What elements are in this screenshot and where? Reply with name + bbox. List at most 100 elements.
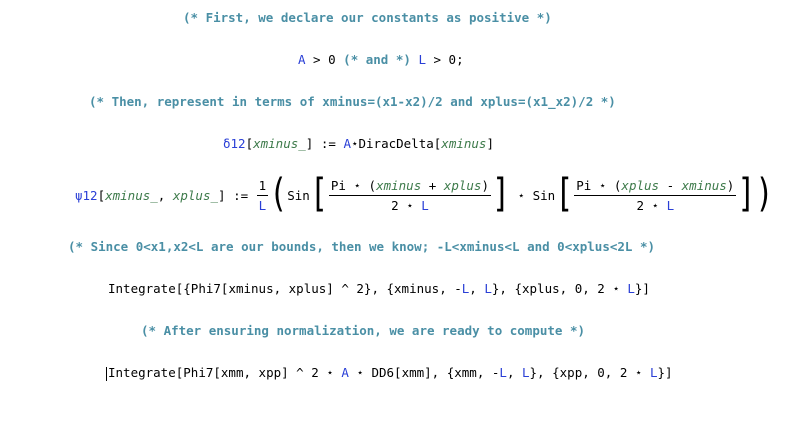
input-cell-constants[interactable]: A > 0 (* and *) L > 0;: [298, 52, 464, 68]
greater-than-zero: > 0: [305, 52, 336, 67]
symbol-a: A: [341, 365, 349, 380]
sin-function-2: Sin: [532, 187, 556, 203]
paren-close: ): [481, 177, 489, 193]
times-star: ⋆: [644, 197, 667, 213]
arg-xmm-2: xmm: [401, 365, 425, 380]
range-zero-two: , 0, 2 ⋆: [559, 281, 628, 296]
pattern-xminus: xminus_: [105, 187, 158, 203]
phi7-function: Phi7: [183, 365, 214, 380]
arg-xmm: xmm: [220, 365, 244, 380]
symbol-l: L: [522, 365, 530, 380]
fraction-2-denominator: 2 ⋆ L: [634, 198, 676, 213]
comma: ,: [243, 365, 259, 380]
integrate-head: Integrate[: [108, 365, 184, 380]
paren-close: ): [726, 177, 735, 193]
comment-represent-terms[interactable]: (* Then, represent in terms of xminus=(x…: [89, 94, 616, 110]
arg-xplus: xplus: [288, 281, 327, 296]
fraction-one-over-l: 1L: [256, 177, 269, 213]
paren-open: (: [368, 177, 377, 193]
range-zero-two: , 0, 2 ⋆: [582, 365, 650, 380]
bracket-open: [: [213, 365, 221, 380]
arg-xminus: xminus: [228, 281, 274, 296]
input-cell-integrate-normalization[interactable]: Integrate[{Phi7[xminus, xplus] ^ 2}, {xm…: [108, 281, 650, 297]
pi-symbol: Pi: [576, 177, 592, 193]
paren-open-large: (: [269, 171, 288, 218]
pattern-xminus: xminus_: [253, 136, 306, 151]
symbol-l: L: [484, 281, 492, 296]
var-xplus: xplus: [443, 177, 482, 193]
phi7-function: Phi7: [190, 281, 221, 296]
comma: ,: [273, 281, 289, 296]
symbol-l: L: [421, 197, 429, 213]
times-star: ⋆: [345, 177, 369, 193]
bracket-open-large-1: [: [309, 171, 328, 218]
paren-close-large: ): [755, 171, 774, 218]
var-xminus: xminus: [681, 177, 727, 193]
psi12-symbol: ψ12: [75, 187, 98, 203]
symbol-l: L: [627, 281, 635, 296]
symbol-a: A: [343, 136, 351, 151]
dd6-function: DD6: [371, 365, 395, 380]
integrate-head: Integrate[{: [108, 281, 191, 296]
comment-bounds[interactable]: (* Since 0<x1,x2<L are our bounds, then …: [68, 239, 655, 255]
range-separator: ], {: [424, 365, 455, 380]
comma: ,: [469, 281, 485, 296]
range-var-xpp: xpp: [559, 365, 583, 380]
plus-sign: +: [421, 177, 444, 193]
closing-brackets: }]: [657, 365, 673, 380]
dirac-delta-function: DiracDelta: [358, 136, 434, 151]
two: 2: [391, 197, 399, 213]
symbol-l: L: [499, 365, 507, 380]
input-cell-delta-definition[interactable]: δ12[xminus_] := A⋆DiracDelta[xminus]: [223, 136, 494, 152]
comma-minus: , -: [439, 281, 462, 296]
greater-than-zero-end: > 0;: [425, 52, 464, 67]
comment-declare-constants[interactable]: (* First, we declare our constants as po…: [183, 10, 552, 26]
bracket-close-large-1: ]: [491, 171, 511, 218]
fraction-2-numerator: Pi ⋆ (xplus - xminus): [574, 178, 736, 193]
fraction-numerator: 1: [258, 177, 267, 193]
fraction-denominator: L: [258, 197, 267, 213]
delta12-symbol: δ12: [223, 136, 246, 151]
times-star-middle: ⋆: [510, 187, 533, 203]
arg-xminus: xminus: [441, 136, 487, 151]
minus-sign: -: [659, 177, 682, 193]
times-star: ⋆: [398, 197, 422, 213]
power-two: ] ^ 2}, {: [326, 281, 395, 296]
range-var-xmm: xmm: [454, 365, 477, 380]
pi-symbol: Pi: [330, 177, 346, 193]
range-separator: }, {: [491, 281, 522, 296]
comma-sep: ,: [157, 187, 173, 203]
text-cursor: [106, 366, 107, 381]
two: 2: [636, 197, 644, 213]
bracket-close-large-2: ]: [737, 171, 756, 218]
sin-function-1: Sin: [287, 187, 310, 203]
input-cell-psi-definition[interactable]: ψ12[xminus_, xplus_] := 1L (Sin[ Pi ⋆ (x…: [75, 170, 773, 220]
comment-normalization[interactable]: (* After ensuring normalization, we are …: [141, 323, 585, 339]
input-cell-integrate-compute[interactable]: Integrate[Phi7[xmm, xpp] ^ 2 ⋆ A ⋆ DD6[x…: [106, 365, 673, 381]
bracket-open: [: [394, 365, 402, 380]
fraction-1-numerator: Pi ⋆ (xminus + xplus): [329, 178, 491, 193]
times-star: ⋆: [591, 177, 614, 193]
comma-minus: , -: [476, 365, 500, 380]
symbol-l: L: [666, 197, 675, 213]
pattern-xplus: xplus_: [172, 187, 219, 203]
bracket-close: ]: [486, 136, 494, 151]
inline-comment-and: (* and *): [343, 52, 411, 67]
fraction-2: Pi ⋆ (xplus - xminus) 2 ⋆ L: [574, 178, 737, 213]
times-star: ⋆: [348, 365, 372, 380]
bracket-open: [: [245, 136, 254, 151]
fraction-1-denominator: 2 ⋆ L: [389, 198, 431, 213]
symbol-l: L: [418, 52, 426, 67]
bracket-open-large-2: [: [555, 171, 574, 218]
symbol-a: A: [298, 52, 306, 67]
var-xminus: xminus: [376, 177, 422, 193]
power-two-times: ] ^ 2 ⋆: [281, 365, 342, 380]
set-delayed: ] :=: [305, 136, 344, 151]
set-delayed: ] :=: [218, 187, 256, 203]
range-separator-2: }, {: [529, 365, 560, 380]
closing-brackets: }]: [634, 281, 650, 296]
times-star: ⋆: [350, 136, 359, 151]
comma: ,: [506, 365, 522, 380]
range-var-xplus: xplus: [522, 281, 560, 296]
bracket-open: [: [97, 187, 106, 203]
